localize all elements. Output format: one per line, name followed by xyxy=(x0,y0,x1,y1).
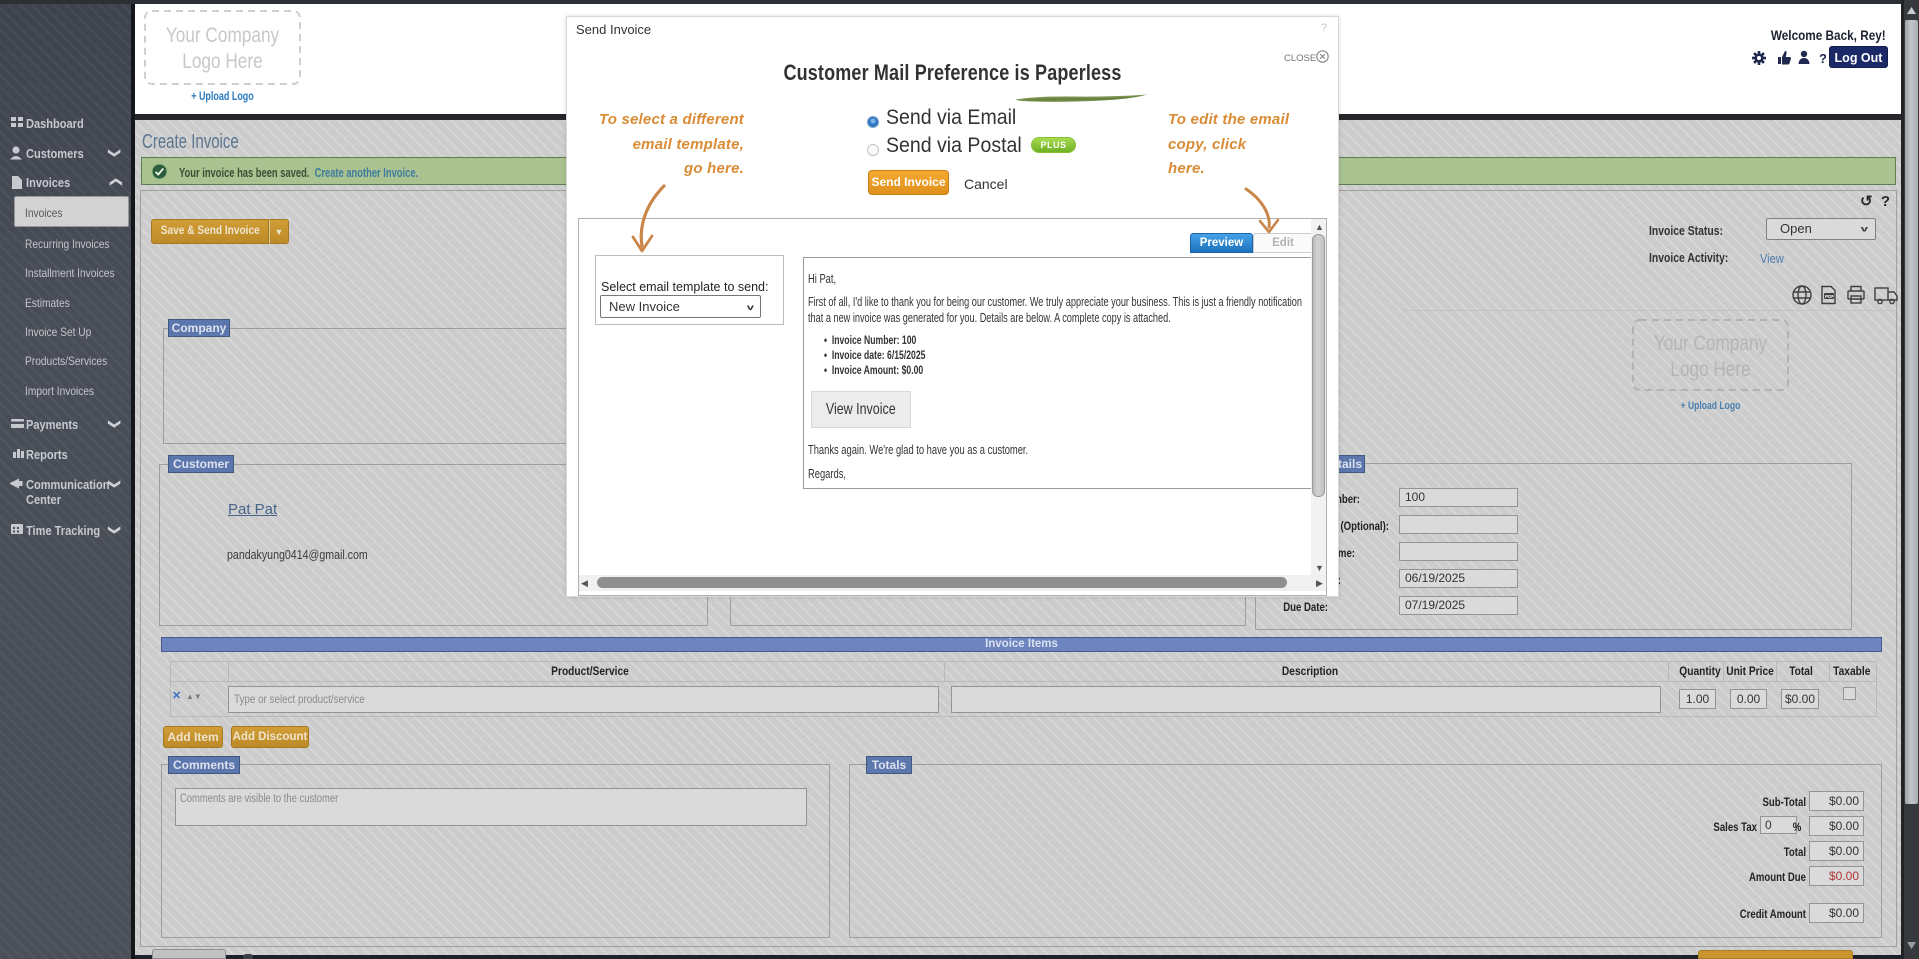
svg-text:PDF: PDF xyxy=(1825,294,1834,299)
svg-text:?: ? xyxy=(1819,51,1826,66)
